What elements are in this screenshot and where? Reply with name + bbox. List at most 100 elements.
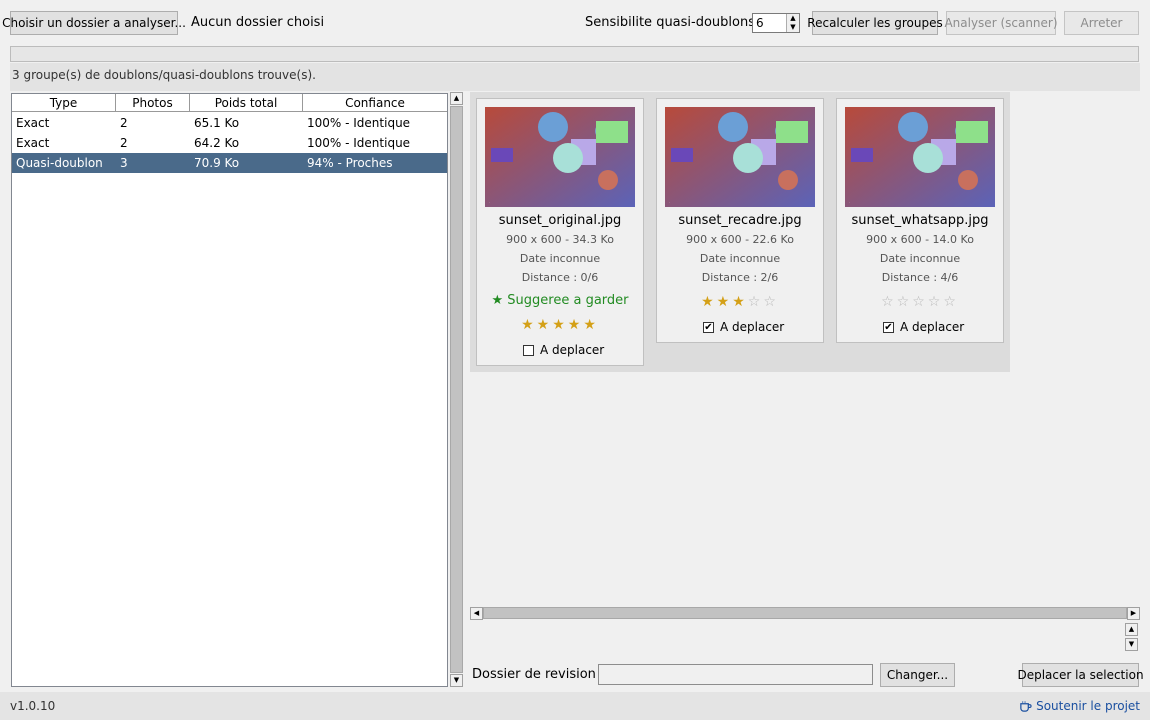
table-row[interactable]: Exact 2 64.2 Ko 100% - Identique [12, 133, 447, 153]
star-icon[interactable]: ★ [537, 317, 553, 333]
cell-size: 70.9 Ko [194, 156, 240, 170]
photo-card: . sunset_recadre.jpg 900 x 600 - 22.6 Ko D… [656, 98, 824, 343]
scrollbar-thumb[interactable] [483, 607, 1127, 619]
progress-bar [10, 46, 1139, 62]
spin-up-icon[interactable]: ▲ [786, 14, 799, 23]
move-checkbox[interactable]: ✔ A deplacer [883, 320, 964, 334]
scroll-down-icon[interactable]: ▼ [450, 674, 463, 687]
photo-distance: Distance : 2/6 [701, 271, 779, 284]
rating-stars[interactable]: ★★★☆☆ [657, 294, 823, 310]
photo-card: . sunset_whatsapp.jpg 900 x 600 - 14.0 Ko… [836, 98, 1004, 343]
cell-photos: 3 [120, 156, 128, 170]
photo-thumbnail[interactable]: . [665, 107, 815, 207]
move-checkbox[interactable]: A deplacer [523, 343, 604, 357]
review-folder-label: Dossier de revision : [472, 667, 605, 682]
column-header-photos[interactable]: Photos [116, 94, 190, 112]
rating-stars[interactable]: ★★★★★ [477, 317, 643, 333]
star-icon[interactable]: ☆ [748, 294, 764, 310]
table-row[interactable]: Quasi-doublon 3 70.9 Ko 94% - Proches [12, 153, 447, 173]
status-bar: 3 groupe(s) de doublons/quasi-doublons t… [10, 63, 1140, 91]
folder-status-label: Aucun dossier choisi [191, 15, 325, 30]
photo-distance: Distance : 0/6 [521, 271, 599, 284]
photo-dimensions: 900 x 600 - 14.0 Ko [866, 233, 974, 246]
photo-filename: sunset_recadre.jpg [678, 213, 802, 228]
sensitivity-spinbox[interactable]: 6 ▲ ▼ [752, 13, 800, 33]
star-icon[interactable]: ☆ [763, 294, 779, 310]
star-icon[interactable]: ☆ [897, 294, 913, 310]
scroll-right-icon[interactable]: ▶ [1127, 607, 1140, 620]
cell-photos: 2 [120, 116, 128, 130]
table-vertical-scrollbar[interactable]: ▲ ▼ [449, 92, 464, 687]
table-row[interactable]: Exact 2 65.1 Ko 100% - Identique [12, 113, 447, 133]
cell-size: 65.1 Ko [194, 116, 240, 130]
gallery-scroll-up-icon[interactable]: ▲ [1125, 623, 1138, 636]
column-header-type[interactable]: Type [12, 94, 116, 112]
column-header-size[interactable]: Poids total [190, 94, 303, 112]
star-icon[interactable]: ★ [521, 317, 537, 333]
svg-text:.: . [849, 200, 850, 204]
scroll-left-icon[interactable]: ◀ [470, 607, 483, 620]
rating-stars[interactable]: ☆☆☆☆☆ [837, 294, 1003, 310]
cell-confidence: 94% - Proches [307, 156, 393, 170]
cell-photos: 2 [120, 136, 128, 150]
photo-card: . sunset_original.jpg 900 x 600 - 34.3 Ko… [476, 98, 644, 366]
star-icon[interactable]: ★ [568, 317, 584, 333]
support-link[interactable]: Soutenir le projet [1019, 699, 1140, 713]
photo-date: Date inconnue [519, 252, 601, 265]
review-folder-input[interactable] [598, 664, 873, 685]
photo-filename: sunset_whatsapp.jpg [851, 213, 989, 228]
gallery-scroll-down-icon[interactable]: ▼ [1125, 638, 1138, 651]
spin-down-icon[interactable]: ▼ [786, 23, 799, 32]
star-icon[interactable]: ☆ [881, 294, 897, 310]
star-icon[interactable]: ☆ [928, 294, 944, 310]
star-icon[interactable]: ★ [583, 317, 599, 333]
photo-thumbnail-image: . [485, 107, 635, 207]
cell-size: 64.2 Ko [194, 136, 240, 150]
version-label: v1.0.10 [10, 699, 56, 713]
star-icon[interactable]: ★ [717, 294, 733, 310]
star-icon[interactable]: ★ [732, 294, 748, 310]
change-folder-button[interactable]: Changer... [880, 663, 955, 687]
photo-dimensions: 900 x 600 - 34.3 Ko [506, 233, 614, 246]
star-icon[interactable]: ☆ [912, 294, 928, 310]
footer-bar: v1.0.10 Soutenir le projet [0, 692, 1150, 720]
move-checkbox-label: A deplacer [900, 320, 965, 334]
cell-confidence: 100% - Identique [307, 116, 411, 130]
keep-suggestion: ★ Suggeree a garder [491, 293, 629, 308]
cell-confidence: 100% - Identique [307, 136, 411, 150]
checkbox-box[interactable] [523, 344, 534, 356]
move-checkbox-label: A deplacer [540, 343, 605, 357]
coffee-icon [1020, 700, 1032, 712]
sensitivity-value: 6 [756, 16, 764, 30]
recalc-groups-button[interactable]: Recalculer les groupes [807, 11, 943, 35]
checkmark-icon[interactable]: ✔ [883, 321, 894, 333]
star-icon[interactable]: ★ [701, 294, 717, 310]
photo-thumbnail[interactable]: . [485, 107, 635, 207]
gallery-horizontal-scrollbar[interactable]: ◀ ▶ [470, 606, 1140, 620]
choose-folder-button[interactable]: Choisir un dossier a analyser... [2, 11, 186, 35]
table-header: Type Photos Poids total Confiance [12, 94, 447, 112]
move-selection-button[interactable]: Deplacer la selection [1017, 663, 1144, 687]
support-link-label: Soutenir le projet [1036, 699, 1140, 713]
checkmark-icon[interactable]: ✔ [703, 321, 714, 333]
analyze-button[interactable]: Analyser (scanner) [944, 11, 1058, 35]
column-header-confidence[interactable]: Confiance [303, 94, 447, 112]
move-checkbox-label: A deplacer [720, 320, 785, 334]
photo-filename: sunset_original.jpg [498, 213, 622, 228]
status-message: 3 groupe(s) de doublons/quasi-doublons t… [12, 68, 316, 82]
star-icon[interactable]: ☆ [943, 294, 959, 310]
photo-thumbnail-image: . [845, 107, 995, 207]
scroll-up-icon[interactable]: ▲ [450, 92, 463, 105]
groups-table[interactable]: Type Photos Poids total Confiance Exact 2… [11, 93, 448, 687]
svg-text:.: . [669, 200, 670, 204]
svg-text:.: . [489, 200, 490, 204]
photo-thumbnail[interactable]: . [845, 107, 995, 207]
cell-type: Exact [16, 136, 50, 150]
star-icon[interactable]: ★ [552, 317, 568, 333]
photo-date: Date inconnue [699, 252, 781, 265]
scrollbar-thumb[interactable] [450, 106, 463, 673]
cell-type: Exact [16, 116, 50, 130]
stop-button[interactable]: Arreter [1064, 11, 1139, 35]
move-checkbox[interactable]: ✔ A deplacer [703, 320, 784, 334]
photo-dimensions: 900 x 600 - 22.6 Ko [686, 233, 794, 246]
